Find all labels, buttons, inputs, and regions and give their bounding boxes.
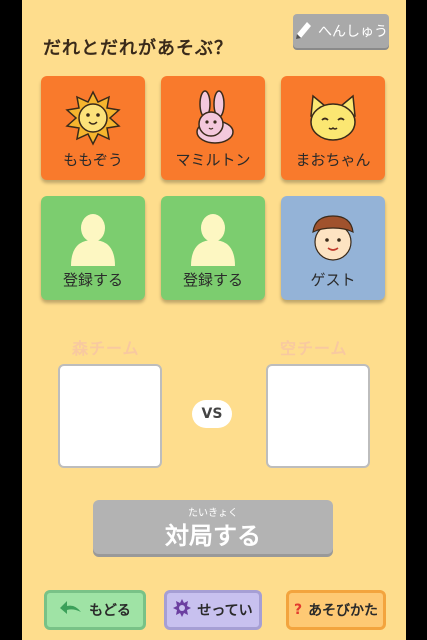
player-label: まおちゃん [295, 151, 371, 169]
forest-team-slot[interactable] [58, 364, 162, 468]
back-button-label: もどる [89, 603, 131, 619]
cat-icon [281, 90, 385, 142]
person-silhouette-icon [161, 210, 265, 266]
edit-button-label: へんしゅう [318, 24, 388, 40]
guest-label: ゲスト [310, 271, 356, 289]
settings-button[interactable]: せってい [164, 590, 262, 630]
forest-team-label: 森チーム [72, 339, 140, 358]
edit-button[interactable]: へんしゅう [293, 14, 389, 48]
back-arrow-icon [59, 600, 83, 620]
guest-tile[interactable]: ゲスト [281, 196, 385, 300]
start-match-button[interactable]: たいきょく 対局する [93, 500, 333, 554]
guest-face-icon [281, 210, 385, 262]
register-label: 登録する [182, 271, 243, 289]
player-tile-momozou[interactable]: ももぞう [41, 76, 145, 180]
game-screen: だれとだれがあそぶ？ へんしゅう ももぞう マミルトン まおちゃん 登録する 登… [22, 0, 406, 640]
gear-icon [173, 599, 192, 621]
player-label: マミルトン [175, 151, 251, 169]
sky-team-label: 空チーム [280, 339, 348, 358]
player-label: ももぞう [63, 151, 123, 169]
player-tile-maochan[interactable]: まおちゃん [281, 76, 385, 180]
pencil-icon [294, 19, 314, 43]
settings-button-label: せってい [197, 603, 253, 619]
register-tile-1[interactable]: 登録する [41, 196, 145, 300]
sky-team-slot[interactable] [266, 364, 370, 468]
back-button[interactable]: もどる [44, 590, 146, 630]
question-icon: ? [293, 602, 303, 618]
lion-icon [41, 90, 145, 146]
rabbit-icon [161, 90, 265, 144]
person-silhouette-icon [41, 210, 145, 266]
register-tile-2[interactable]: 登録する [161, 196, 265, 300]
page-title: だれとだれがあそぶ？ [43, 38, 233, 59]
player-tile-mamiruton[interactable]: マミルトン [161, 76, 265, 180]
how-to-play-label: あそびかた [308, 603, 379, 619]
start-button-label: 対局する [165, 522, 261, 550]
vs-badge: VS [192, 400, 232, 428]
how-to-play-button[interactable]: ? あそびかた [286, 590, 386, 630]
register-label: 登録する [62, 271, 123, 289]
